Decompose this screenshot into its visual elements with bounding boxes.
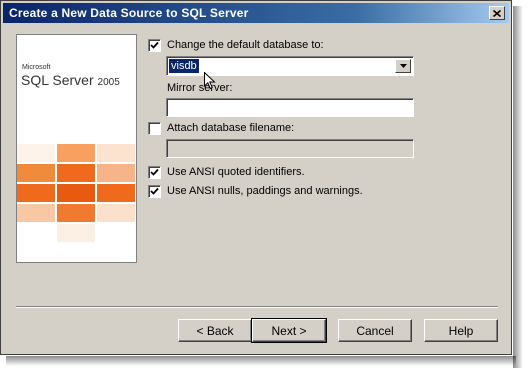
mouse-pointer-icon — [204, 72, 216, 90]
logo-maker: Microsoft — [22, 64, 51, 71]
help-button[interactable]: Help — [424, 319, 498, 342]
logo-product: SQL Server 2005 — [21, 72, 120, 88]
mirror-server-input[interactable] — [166, 98, 414, 117]
ansi-quoted-label[interactable]: Use ANSI quoted identifiers. — [167, 166, 305, 178]
back-button[interactable]: < Back — [178, 319, 252, 342]
sql-server-logo-panel: Microsoft SQL Server 2005 — [16, 34, 137, 263]
ansi-quoted-checkbox[interactable] — [148, 166, 161, 179]
change-default-db-checkbox[interactable] — [148, 39, 161, 52]
title-bar[interactable]: Create a New Data Source to SQL Server — [3, 3, 509, 23]
window-title: Create a New Data Source to SQL Server — [9, 6, 249, 20]
dropdown-button[interactable] — [395, 59, 411, 73]
dialog-window: Create a New Data Source to SQL Server M… — [0, 0, 512, 355]
ansi-nulls-checkbox[interactable] — [148, 185, 161, 198]
check-icon — [150, 187, 159, 195]
attach-db-checkbox[interactable] — [148, 122, 161, 135]
logo-version: 2005 — [97, 77, 120, 88]
attach-db-input[interactable] — [166, 139, 414, 158]
window-shadow-right — [513, 6, 523, 368]
cancel-button[interactable]: Cancel — [338, 319, 412, 342]
next-button[interactable]: Next > — [251, 318, 327, 343]
check-icon — [150, 168, 159, 176]
button-separator — [16, 306, 498, 308]
change-default-db-label[interactable]: Change the default database to: — [167, 39, 324, 51]
close-icon — [493, 9, 501, 17]
window-shadow-bottom — [6, 356, 516, 366]
check-icon — [150, 41, 159, 49]
mirror-server-label: Mirror server: — [167, 82, 233, 94]
attach-db-label[interactable]: Attach database filename: — [167, 122, 294, 134]
chevron-down-icon — [399, 64, 407, 68]
close-button[interactable] — [489, 6, 505, 20]
default-database-value: visdb — [169, 59, 199, 73]
ansi-nulls-label[interactable]: Use ANSI nulls, paddings and warnings. — [167, 185, 363, 197]
logo-product-name: SQL Server — [21, 72, 94, 88]
